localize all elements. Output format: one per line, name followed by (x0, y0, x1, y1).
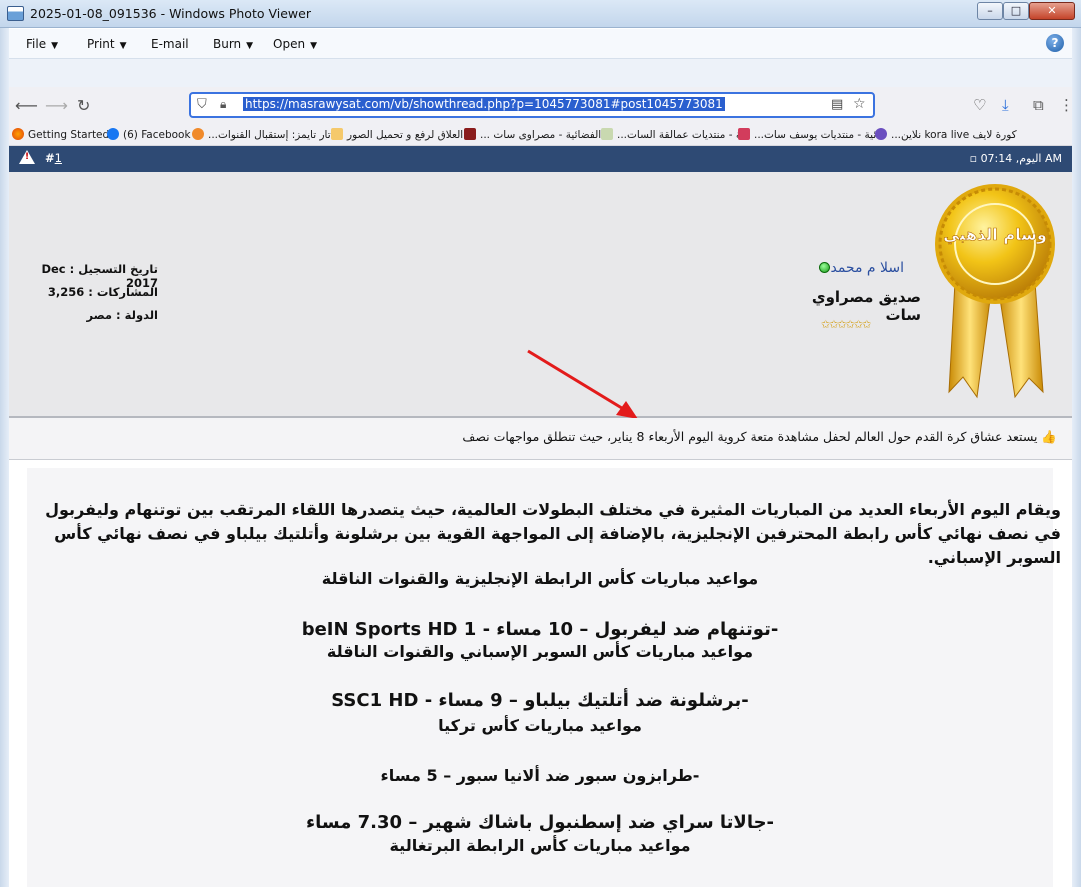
site-icon (738, 128, 750, 140)
site-icon (192, 128, 204, 140)
post-permalink[interactable]: #1 (45, 151, 62, 165)
browser-toolbar: ⟵ ⟶ ↻ ⛉ 🔒︎ https://masrawysat.com/vb/sho… (9, 87, 1074, 124)
minimize-button[interactable]: – (977, 2, 1003, 20)
site-icon (601, 128, 613, 140)
bookmark-image-upload[interactable]: العلاق لرفع و تحميل الصور (331, 128, 463, 141)
post-time: ▫ اليوم, 07:14 AM (969, 152, 1062, 165)
post-count: المشاركات : 3,256 (47, 285, 158, 299)
bookmark-label: kora live كورة لايف (924, 129, 1017, 141)
overflow-menu-icon[interactable]: ⋮ (1059, 96, 1074, 114)
gold-medal-badge: وسام الذهبي (935, 184, 1055, 399)
bookmark-masrawysat[interactable]: ... الفضائية - مصراوى سات (464, 128, 601, 141)
username-row: اسلا م محمد (769, 260, 904, 276)
bookmark-facebook[interactable]: (6) Facebook (107, 128, 191, 141)
extensions-icon[interactable]: ⧉ (1033, 96, 1044, 114)
menu-open-label: Open (273, 37, 306, 51)
country: الدولة : مصر (86, 308, 158, 322)
post-number[interactable]: 1 (55, 151, 62, 165)
match-trabzonspor-alanyaspor: -طرابزون سبور ضد ألانيا سبور – 5 مساء (380, 766, 700, 785)
bookmark-youssef-sat[interactable]: ...ائية - منتديات يوسف سات (738, 128, 879, 141)
reload-icon[interactable]: ↻ (77, 96, 90, 115)
chevron-down-icon: ▼ (119, 41, 127, 51)
medal-text: وسام الذهبي (943, 225, 1047, 245)
reader-view-icon[interactable]: ▤ (831, 97, 843, 112)
close-button[interactable]: ✕ (1029, 2, 1075, 20)
rank-stars: ✩✩✩✩✩✩ (821, 318, 871, 331)
user-stats: تاريخ التسجيل : Dec 2017 المشاركات : 3,2… (18, 262, 158, 331)
online-status-icon (819, 262, 831, 273)
section-heading-turkish-cup: مواعيد مباريات كأس تركيا (438, 716, 642, 735)
bookmark-giants-sat[interactable]: ...ية - منتديات عمالقة السات (601, 128, 744, 141)
bookmarks-toolbar: Getting Started (6) Facebook ...تار تايم… (9, 124, 1072, 146)
pocket-icon[interactable]: ♡ (973, 96, 986, 114)
post-header: #1 ▫ اليوم, 07:14 AM (9, 146, 1072, 172)
site-icon (875, 128, 887, 140)
firefox-icon (12, 128, 24, 140)
site-icon (464, 128, 476, 140)
forward-arrow-icon[interactable]: ⟶ (45, 96, 68, 115)
window-title: 2025-01-08_091536 - Windows Photo Viewer (30, 6, 311, 21)
join-date: تاريخ التسجيل : Dec 2017 (41, 262, 158, 290)
maximize-button[interactable]: □ (1003, 2, 1029, 20)
menu-burn[interactable]: Burn ▼ (213, 37, 253, 51)
article-body: ويقام اليوم الأربعاء العديد من المباريات… (27, 468, 1061, 887)
back-arrow-icon[interactable]: ⟵ (15, 96, 38, 115)
section-heading-spanish-super-cup: مواعيد مباريات كأس السوبر الإسباني والقن… (326, 642, 754, 661)
photo-viewer-icon (7, 6, 24, 21)
bookmark-label: ...ائية - منتديات يوسف سات (754, 129, 880, 141)
match-galatasaray-basaksehir: -جالاتا سراي ضد إسطنبول باشاك شهير – 7.3… (305, 812, 775, 833)
post-number-prefix: # (45, 151, 55, 165)
window-titlebar: 2025-01-08_091536 - Windows Photo Viewer… (0, 0, 1081, 28)
chevron-down-icon: ▼ (310, 41, 317, 51)
menu-email[interactable]: E-mail (151, 37, 189, 51)
photo-viewer-menubar: File ▼ Print ▼ E-mail Burn ▼ Open ▼ ? (9, 29, 1072, 59)
site-icon (331, 128, 343, 140)
help-icon[interactable]: ? (1046, 34, 1064, 52)
bookmark-label: ...نلاين (891, 129, 922, 141)
downloads-icon[interactable]: ⤓ (1002, 96, 1009, 114)
bookmark-startimes[interactable]: ...تار تايمز: إستقبال القنوات (192, 128, 331, 141)
menu-file[interactable]: File ▼ (26, 37, 58, 51)
bookmark-getting-started[interactable]: Getting Started (12, 128, 109, 141)
username-link[interactable]: اسلا م محمد (830, 260, 904, 276)
post-time-text: اليوم, 07:14 AM (980, 152, 1062, 165)
facebook-icon (107, 128, 119, 140)
bookmark-label: العلاق لرفع و تحميل الصور (347, 129, 464, 141)
section-heading-portuguese-cup: مواعيد مباريات كأس الرابطة البرتغالية (389, 836, 691, 855)
bookmark-kora-live[interactable]: ...نلاين kora live كورة لايف (875, 128, 1017, 141)
window-frame-left (0, 28, 9, 887)
menu-print-label: Print (87, 37, 115, 51)
match-barcelona-bilbao: -برشلونة ضد أتلتيك بيلباو – 9 مساء - SSC… (331, 690, 749, 711)
red-arrow-annotation (527, 349, 638, 419)
address-bar[interactable]: ⛉ 🔒︎ https://masrawysat.com/vb/showthrea… (189, 92, 875, 118)
window-frame-right (1072, 28, 1081, 887)
menu-burn-label: Burn (213, 37, 242, 51)
post-intro: 👍 يستعد عشاق كرة القدم حول العالم لحفل م… (9, 418, 1072, 460)
chevron-down-icon: ▼ (246, 41, 254, 51)
menu-print[interactable]: Print ▼ (87, 37, 127, 51)
lock-icon[interactable]: 🔒︎ (220, 97, 226, 112)
article-paragraph: ويقام اليوم الأربعاء العديد من المباريات… (45, 500, 1061, 567)
bookmark-label: ...تار تايمز: إستقبال القنوات (208, 129, 331, 141)
intro-text: 👍 يستعد عشاق كرة القدم حول العالم لحفل م… (462, 429, 1057, 444)
menu-file-label: File (26, 37, 47, 51)
url-text[interactable]: https://masrawysat.com/vb/showthread.php… (243, 97, 725, 111)
bookmark-label: ... الفضائية - مصراوى سات (480, 129, 602, 141)
report-warning-icon[interactable] (19, 150, 35, 164)
section-heading-efl-cup: مواعيد مباريات كأس الرابطة الإنجليزية وا… (321, 569, 759, 588)
bookmark-label: Getting Started (28, 129, 110, 141)
bookmark-label: (6) Facebook (123, 129, 191, 141)
bookmark-star-icon[interactable]: ☆ (853, 96, 866, 112)
bookmark-label: ...ية - منتديات عمالقة السات (617, 129, 745, 141)
chevron-down-icon: ▼ (51, 41, 59, 51)
menu-open[interactable]: Open ▼ (273, 37, 317, 51)
match-tottenham-liverpool: -توتنهام ضد ليفربول – 10 مساء - beIN Spo… (301, 619, 779, 640)
shield-icon[interactable]: ⛉ (197, 97, 207, 112)
viewer-background (9, 59, 1072, 87)
